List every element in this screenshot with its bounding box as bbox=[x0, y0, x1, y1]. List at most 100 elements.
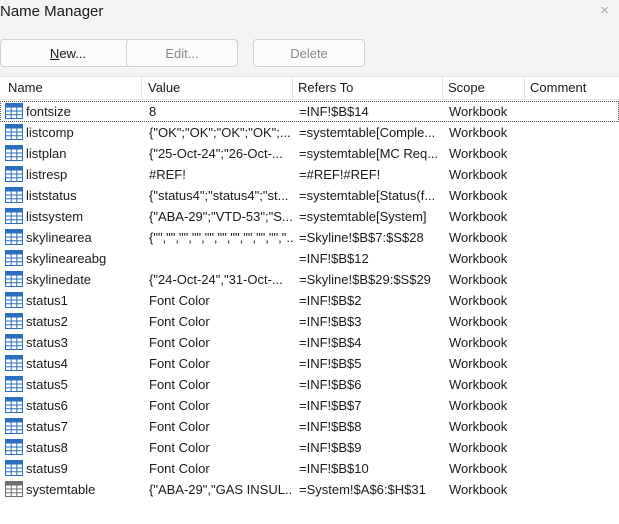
named-range-icon bbox=[5, 271, 23, 287]
scope-cell: Workbook bbox=[449, 293, 508, 308]
refers-to-cell: =Skyline!$B$29:$S$29 bbox=[299, 272, 431, 287]
scope-cell: Workbook bbox=[449, 272, 508, 287]
list-item[interactable]: liststatus {"status4";"status4";"st... =… bbox=[0, 185, 619, 206]
scope-cell: Workbook bbox=[449, 146, 508, 161]
value-cell: {"ABA-29";"VTD-53";"S... bbox=[149, 209, 293, 224]
list-item[interactable]: listcomp {"OK";"OK";"OK";"OK";... =syste… bbox=[0, 122, 619, 143]
value-cell: {"ABA-29","GAS INSUL... bbox=[149, 482, 293, 497]
name-cell: status2 bbox=[26, 314, 68, 329]
title-bar: Name Manager × bbox=[0, 0, 619, 30]
close-icon[interactable]: × bbox=[600, 2, 609, 19]
name-cell: status6 bbox=[26, 398, 68, 413]
name-cell: skylinedate bbox=[26, 272, 92, 287]
named-range-icon bbox=[5, 124, 23, 140]
scope-cell: Workbook bbox=[449, 356, 508, 371]
column-header-scope[interactable]: Scope bbox=[442, 77, 485, 99]
comment-cell bbox=[531, 416, 619, 437]
refers-to-cell: =INF!$B$5 bbox=[299, 356, 362, 371]
scope-cell: Workbook bbox=[449, 482, 508, 497]
list-item[interactable]: listplan {"25-Oct-24";"26-Oct-... =syste… bbox=[0, 143, 619, 164]
list-item[interactable]: status6 Font Color =INF!$B$7 Workbook bbox=[0, 395, 619, 416]
comment-cell bbox=[531, 437, 619, 458]
scope-cell: Workbook bbox=[449, 251, 508, 266]
comment-cell bbox=[531, 101, 619, 122]
refers-to-cell: =INF!$B$10 bbox=[299, 461, 369, 476]
named-range-icon bbox=[5, 208, 23, 224]
list-item[interactable]: skylinedate {"24-Oct-24","31-Oct-... =Sk… bbox=[0, 269, 619, 290]
list-item[interactable]: status2 Font Color =INF!$B$3 Workbook bbox=[0, 311, 619, 332]
comment-cell bbox=[531, 353, 619, 374]
list-item[interactable]: status3 Font Color =INF!$B$4 Workbook bbox=[0, 332, 619, 353]
refers-to-cell: =INF!$B$6 bbox=[299, 377, 362, 392]
list-item[interactable]: skylinearea {"","","","","","","","","",… bbox=[0, 227, 619, 248]
column-header-refers-to[interactable]: Refers To bbox=[292, 77, 353, 99]
edit-button[interactable]: Edit... bbox=[126, 39, 238, 67]
value-cell: {"25-Oct-24";"26-Oct-... bbox=[149, 146, 283, 161]
list-item[interactable]: status1 Font Color =INF!$B$2 Workbook bbox=[0, 290, 619, 311]
comment-cell bbox=[531, 458, 619, 479]
value-cell: Font Color bbox=[149, 377, 210, 392]
scope-cell: Workbook bbox=[449, 419, 508, 434]
scope-cell: Workbook bbox=[449, 335, 508, 350]
list-item[interactable]: status9 Font Color =INF!$B$10 Workbook bbox=[0, 458, 619, 479]
name-cell: skylineareabg bbox=[26, 251, 107, 266]
list-item[interactable]: listsystem {"ABA-29";"VTD-53";"S... =sys… bbox=[0, 206, 619, 227]
column-header-name[interactable]: Name bbox=[2, 77, 43, 99]
name-cell: listresp bbox=[26, 167, 68, 182]
comment-cell bbox=[531, 269, 619, 290]
refers-to-cell: =INF!$B$2 bbox=[299, 293, 362, 308]
named-range-icon bbox=[5, 250, 23, 266]
name-cell: listcomp bbox=[26, 125, 74, 140]
refers-to-cell: =INF!$B$7 bbox=[299, 398, 362, 413]
comment-cell bbox=[531, 395, 619, 416]
comment-cell bbox=[531, 311, 619, 332]
value-cell: Font Color bbox=[149, 356, 210, 371]
comment-cell bbox=[531, 164, 619, 185]
list-header: Name Value Refers To Scope Comment bbox=[0, 77, 619, 100]
scope-cell: Workbook bbox=[449, 104, 508, 119]
scope-cell: Workbook bbox=[449, 188, 508, 203]
comment-cell bbox=[531, 248, 619, 269]
list-item[interactable]: listresp #REF! =#REF!#REF! Workbook bbox=[0, 164, 619, 185]
scope-cell: Workbook bbox=[449, 377, 508, 392]
new-button-mnemonic: N bbox=[49, 45, 60, 61]
list-item[interactable]: systemtable {"ABA-29","GAS INSUL... =Sys… bbox=[0, 479, 619, 500]
scope-cell: Workbook bbox=[449, 461, 508, 476]
name-cell: status3 bbox=[26, 335, 68, 350]
named-range-icon bbox=[5, 397, 23, 413]
name-cell: status4 bbox=[26, 356, 68, 371]
named-range-icon bbox=[5, 355, 23, 371]
list-rows: fontsize 8 =INF!$B$14 Workbook listcomp … bbox=[0, 101, 619, 500]
refers-to-cell: =systemtable[System] bbox=[299, 209, 427, 224]
list-item[interactable]: skylineareabg =INF!$B$12 Workbook bbox=[0, 248, 619, 269]
refers-to-cell: =INF!$B$14 bbox=[299, 104, 369, 119]
column-header-comment[interactable]: Comment bbox=[524, 77, 586, 99]
named-range-icon bbox=[5, 229, 23, 245]
column-header-value[interactable]: Value bbox=[142, 77, 180, 99]
comment-cell bbox=[531, 122, 619, 143]
table-icon bbox=[5, 481, 23, 497]
list-item[interactable]: fontsize 8 =INF!$B$14 Workbook bbox=[0, 101, 619, 122]
value-cell: {"24-Oct-24","31-Oct-... bbox=[149, 272, 283, 287]
delete-button[interactable]: Delete bbox=[253, 39, 365, 67]
list-item[interactable]: status8 Font Color =INF!$B$9 Workbook bbox=[0, 437, 619, 458]
value-cell: 8 bbox=[149, 104, 157, 119]
names-list[interactable]: Name Value Refers To Scope Comment fonts… bbox=[0, 76, 619, 524]
refers-to-cell: =INF!$B$4 bbox=[299, 335, 362, 350]
named-range-icon bbox=[5, 292, 23, 308]
named-range-icon bbox=[5, 145, 23, 161]
list-item[interactable]: status7 Font Color =INF!$B$8 Workbook bbox=[0, 416, 619, 437]
name-cell: status7 bbox=[26, 419, 68, 434]
refers-to-cell: =System!$A$6:$H$31 bbox=[299, 482, 426, 497]
window-title: Name Manager bbox=[0, 3, 104, 20]
new-button[interactable]: New... bbox=[0, 39, 136, 67]
value-cell: Font Color bbox=[149, 293, 210, 308]
scope-cell: Workbook bbox=[449, 440, 508, 455]
comment-cell bbox=[531, 227, 619, 248]
list-item[interactable]: status4 Font Color =INF!$B$5 Workbook bbox=[0, 353, 619, 374]
comment-cell bbox=[531, 143, 619, 164]
refers-to-cell: =INF!$B$3 bbox=[299, 314, 362, 329]
name-cell: status5 bbox=[26, 377, 68, 392]
list-item[interactable]: status5 Font Color =INF!$B$6 Workbook bbox=[0, 374, 619, 395]
name-cell: skylinearea bbox=[26, 230, 92, 245]
